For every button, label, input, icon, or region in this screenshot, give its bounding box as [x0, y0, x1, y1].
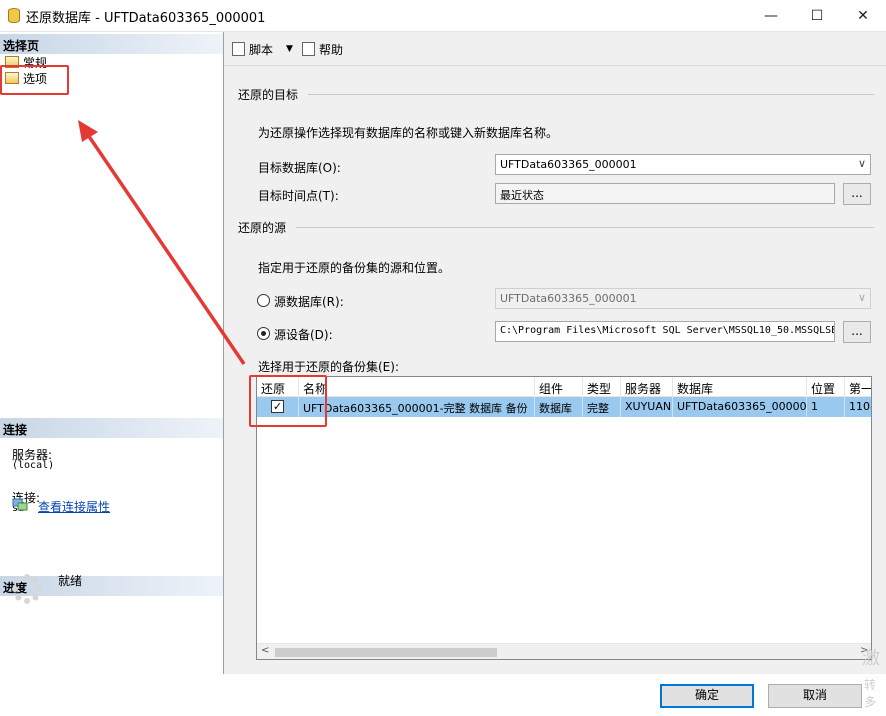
annotation-arrow-icon: [78, 120, 246, 365]
